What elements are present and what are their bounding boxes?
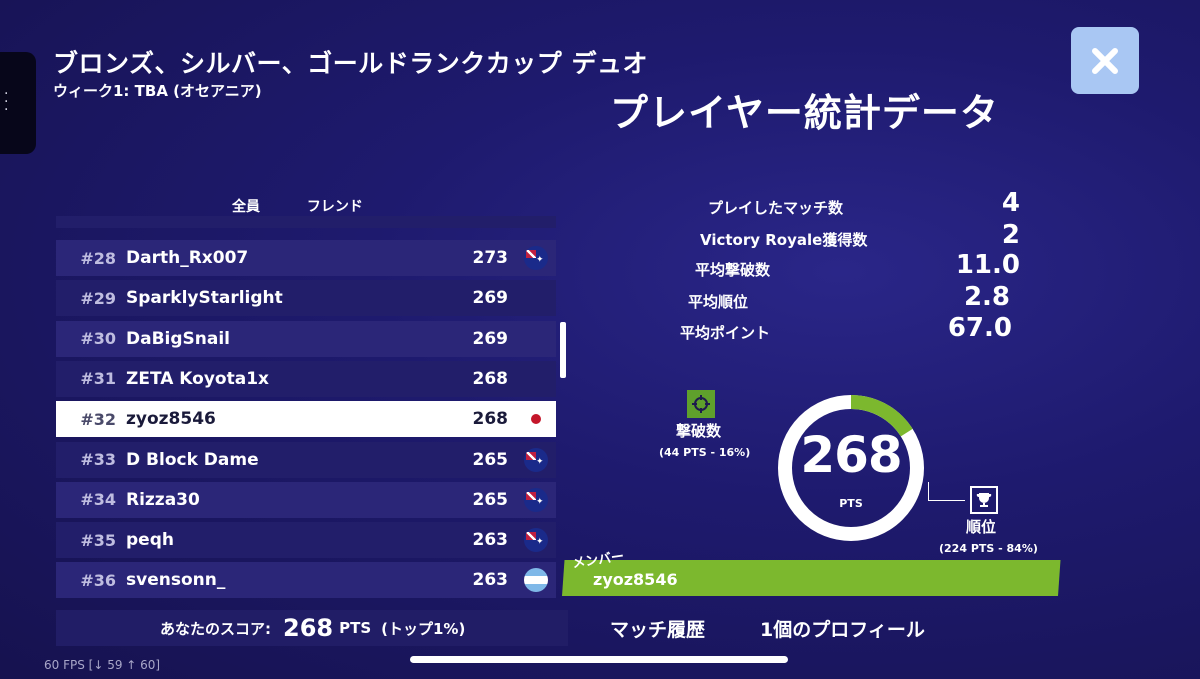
crosshair-icon xyxy=(687,390,715,418)
row-player-name: svensonn_ xyxy=(126,570,226,591)
eliminations-label: 撃破数 xyxy=(676,422,722,440)
row-rank: #35 xyxy=(80,530,116,550)
flag-icon xyxy=(524,447,548,472)
side-panel-handle[interactable]: · · · xyxy=(0,52,36,154)
tab-all[interactable]: 全員 xyxy=(232,199,260,215)
stat-row: プレイしたマッチ数 4 xyxy=(640,188,1040,220)
flag-icon xyxy=(524,487,548,512)
your-score-bar: あなたのスコア: 268 PTS (トップ1%) xyxy=(56,610,568,646)
row-points: 265 xyxy=(472,489,509,510)
fps-counter: 60 FPS [↓ 59 ↑ 60] xyxy=(44,658,161,672)
row-rank: #33 xyxy=(80,450,116,469)
member-name[interactable]: zyoz8546 xyxy=(593,570,678,589)
leaderboard-row[interactable]: #32 zyoz8546 268 xyxy=(56,401,556,438)
connector-line xyxy=(928,482,965,501)
tab-friends[interactable]: フレンド xyxy=(307,199,363,215)
stat-row: 平均順位 2.8 xyxy=(640,282,1040,314)
stat-label: 平均順位 xyxy=(688,293,749,311)
stat-row: 平均撃破数 11.0 xyxy=(640,250,1040,282)
row-points: 268 xyxy=(472,409,509,430)
more-dots-icon: · · · xyxy=(4,86,9,118)
row-rank: #31 xyxy=(80,369,116,389)
stat-value: 2.8 xyxy=(963,282,1010,312)
flag-icon xyxy=(524,528,548,553)
row-rank: #30 xyxy=(80,329,116,349)
row-rank: #29 xyxy=(80,288,116,308)
your-score-unit: PTS xyxy=(339,619,372,637)
home-indicator[interactable] xyxy=(410,656,788,663)
stat-value: 11.0 xyxy=(955,250,1020,280)
row-points: 269 xyxy=(472,288,509,309)
flag-icon xyxy=(524,407,548,432)
leaderboard-row[interactable]: #34 Rizza30 265 xyxy=(56,481,556,518)
week-label: ウィーク1: TBA (オセアニア) xyxy=(53,82,262,100)
row-rank: #34 xyxy=(80,490,116,510)
row-points: 263 xyxy=(472,570,509,591)
your-score-label: あなたのスコア: xyxy=(160,619,271,638)
partial-row xyxy=(56,216,556,228)
cup-title: ブロンズ、シルバー、ゴールドランクカップ デュオ xyxy=(53,49,648,78)
stat-row: 平均ポイント 67.0 xyxy=(640,313,1040,345)
row-player-name: SparklyStarlight xyxy=(126,288,283,309)
row-points: 273 xyxy=(472,248,509,268)
flag-icon xyxy=(524,568,548,593)
leaderboard[interactable]: #28Darth_Rx007273#29SparklyStarlight269#… xyxy=(56,216,568,600)
eliminations-points: (44 PTS - 16%) xyxy=(659,446,751,459)
stat-row: Victory Royale獲得数 2 xyxy=(640,220,1040,252)
stat-value: 2 xyxy=(1001,220,1020,250)
row-player-name: D Block Dame xyxy=(126,449,259,470)
row-points: 269 xyxy=(472,328,509,349)
placement-points: (224 PTS - 84%) xyxy=(939,542,1038,555)
page-title: プレイヤー統計データ xyxy=(610,91,999,135)
placement-label: 順位 xyxy=(966,518,997,536)
row-player-name: DaBigSnail xyxy=(126,328,231,349)
row-rank: #28 xyxy=(80,248,116,268)
stat-label: 平均撃破数 xyxy=(695,261,771,279)
flag-icon xyxy=(524,246,548,270)
leaderboard-row[interactable]: #35 peqh 263 xyxy=(56,522,556,559)
row-player-name: peqh xyxy=(126,530,174,551)
total-points-unit: PTS xyxy=(839,497,863,510)
your-score-top: (トップ1%) xyxy=(381,619,466,638)
row-player-name: Darth_Rx007 xyxy=(126,248,249,268)
leaderboard-row[interactable]: #29 SparklyStarlight 269 xyxy=(56,280,556,317)
leaderboard-row[interactable]: #30 DaBigSnail 269 xyxy=(56,320,556,357)
leaderboard-row[interactable]: #31 ZETA Koyota1x 268 xyxy=(56,360,556,397)
row-player-name: zyoz8546 xyxy=(126,409,216,430)
leaderboard-row[interactable]: #36 svensonn_ 263 xyxy=(56,562,556,599)
profile-button[interactable]: 1個のプロフィール xyxy=(760,615,925,642)
row-player-name: Rizza30 xyxy=(126,489,200,510)
row-points: 263 xyxy=(472,530,509,551)
row-points: 265 xyxy=(472,449,509,470)
leaderboard-row[interactable]: #28 Darth_Rx007 273 xyxy=(56,240,556,276)
total-points: 268 xyxy=(800,426,902,484)
stat-label: プレイしたマッチ数 xyxy=(708,199,844,217)
row-rank: #36 xyxy=(80,570,116,590)
stat-value: 67.0 xyxy=(947,313,1012,343)
stat-label: 平均ポイント xyxy=(680,324,771,342)
close-icon xyxy=(1092,47,1118,74)
your-score-value: 268 xyxy=(283,614,334,642)
leaderboard-row[interactable]: #33 D Block Dame 265 xyxy=(56,441,556,478)
trophy-icon xyxy=(970,486,998,514)
leaderboard-scrollbar[interactable] xyxy=(560,322,566,378)
stat-label: Victory Royale獲得数 xyxy=(700,231,868,249)
close-button[interactable] xyxy=(1071,27,1139,94)
leaderboard-tabs: 全員 フレンド xyxy=(232,196,405,216)
match-history-button[interactable]: マッチ履歴 xyxy=(610,615,705,642)
row-points: 268 xyxy=(472,368,509,389)
row-player-name: ZETA Koyota1x xyxy=(126,368,269,389)
stat-value: 4 xyxy=(1001,188,1020,218)
row-rank: #32 xyxy=(80,409,116,429)
